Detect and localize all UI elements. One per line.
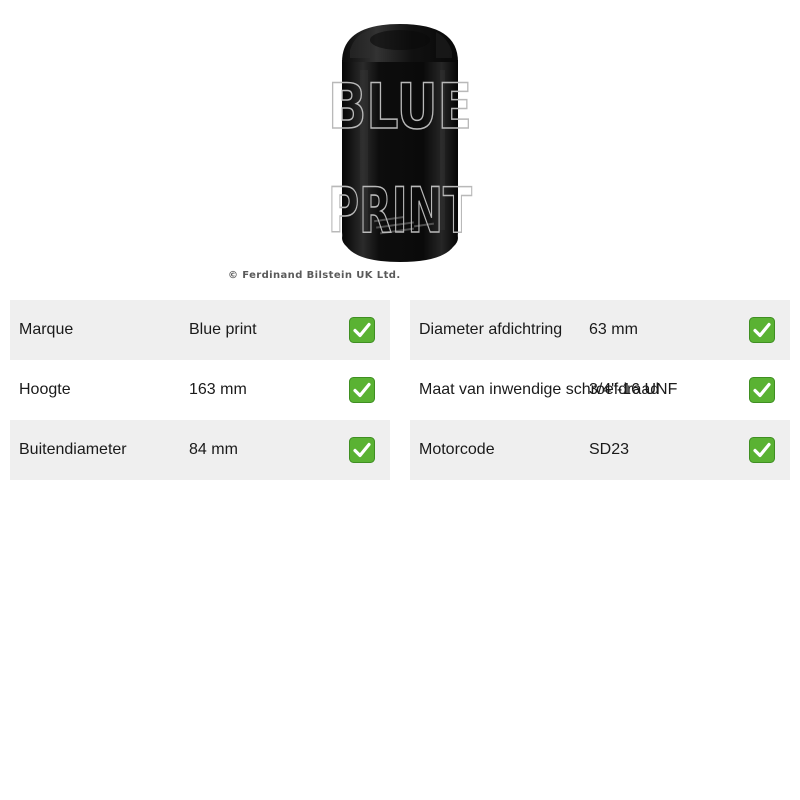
check-icon [749, 437, 775, 463]
spec-label: Marque [19, 321, 74, 338]
check-icon [349, 437, 375, 463]
check-icon [349, 317, 375, 343]
svg-text:PRINT: PRINT [328, 174, 472, 247]
spec-value: 3/4"-16 UNF [589, 381, 678, 398]
spec-label: Motorcode [419, 441, 495, 458]
copyright-text: © Ferdinand Bilstein UK Ltd. [228, 270, 401, 281]
oil-filter-image: BLUE PRINT [327, 24, 473, 262]
spec-label: Diameter afdichtring [419, 321, 563, 338]
spec-row-buitendiameter: Buitendiameter 84 mm [10, 420, 390, 480]
product-image: BLUE PRINT [200, 0, 600, 290]
spec-value: 163 mm [189, 381, 247, 398]
svg-text:BLUE: BLUE [328, 70, 472, 143]
spec-value: Blue print [189, 321, 257, 338]
spec-table-left: Marque Blue print Hoogte 163 mm Buitendi… [10, 300, 390, 480]
spec-table-right: Diameter afdichtring 63 mm Maat van inwe… [410, 300, 790, 480]
spec-value: SD23 [589, 441, 630, 458]
check-icon [749, 317, 775, 343]
check-icon [749, 377, 775, 403]
check-icon [349, 377, 375, 403]
spec-row-marque: Marque Blue print [10, 300, 390, 360]
spec-row-motorcode: Motorcode SD23 [410, 420, 790, 480]
spec-row-hoogte: Hoogte 163 mm [10, 360, 390, 420]
spec-value: 63 mm [589, 321, 638, 338]
spec-row-schroefdraad: Maat van inwendige schroefdraad 3/4"-16 … [410, 360, 790, 420]
spec-label: Buitendiameter [19, 441, 127, 458]
spec-row-diameter-afdichtring: Diameter afdichtring 63 mm [410, 300, 790, 360]
spec-value: 84 mm [189, 441, 238, 458]
spec-label: Hoogte [19, 381, 71, 398]
